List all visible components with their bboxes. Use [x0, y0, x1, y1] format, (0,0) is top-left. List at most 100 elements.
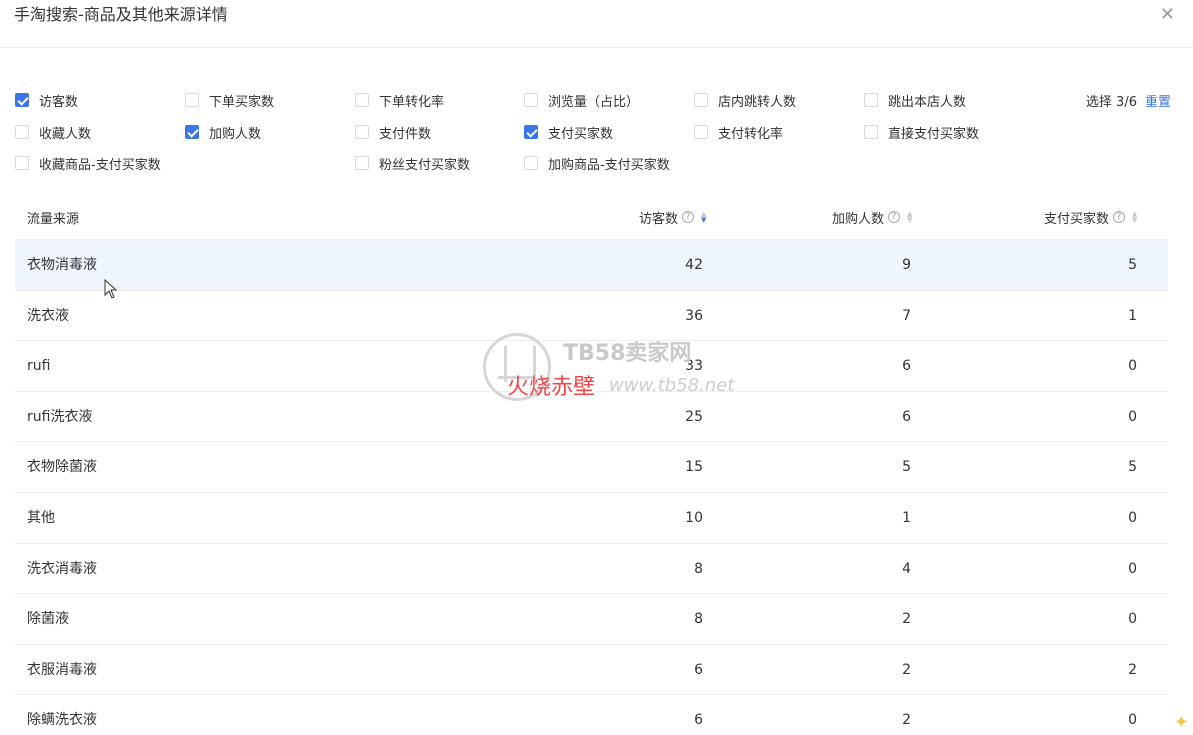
sparkle-icon: ✦	[1173, 712, 1189, 733]
table-row[interactable]: rufi洗衣液 25 6 0	[15, 392, 1168, 443]
table-row[interactable]: 洗衣液 36 7 1	[15, 291, 1168, 342]
filter-checkbox-visitors[interactable]: 访客数	[15, 90, 78, 110]
column-header-source: 流量来源	[27, 211, 80, 227]
checkbox-icon[interactable]	[524, 156, 538, 170]
help-icon[interactable]: ?	[888, 211, 901, 223]
checkbox-icon[interactable]	[694, 125, 708, 139]
paid-buyers-cell: 1	[1128, 307, 1137, 324]
source-cell: rufi洗衣液	[27, 408, 93, 425]
paid-buyers-cell: 0	[1128, 611, 1137, 628]
filter-checkbox-order-buyers[interactable]: 下单买家数	[185, 90, 274, 110]
column-header-paid-buyers[interactable]: 支付买家数 ? ▲ ▼	[1044, 208, 1137, 227]
checkbox-icon[interactable]	[15, 156, 29, 170]
visitors-cell: 8	[694, 560, 703, 577]
filter-label: 直接支付买家数	[888, 126, 980, 142]
checkbox-icon[interactable]	[694, 93, 708, 107]
filter-checkbox-paid-items[interactable]: 支付件数	[355, 122, 431, 142]
checkbox-icon[interactable]	[355, 156, 369, 170]
reset-link[interactable]: 重置	[1145, 95, 1171, 110]
checkbox-icon[interactable]	[185, 93, 199, 107]
table-row[interactable]: 衣物消毒液 42 9 5	[15, 240, 1168, 291]
add-to-cart-cell: 2	[902, 712, 911, 729]
paid-buyers-cell: 0	[1128, 560, 1137, 577]
visitors-cell: 36	[685, 307, 703, 324]
table-row[interactable]: 除螨洗衣液 6 2 0	[15, 695, 1168, 735]
table-row[interactable]: 除菌液 8 2 0	[15, 594, 1168, 645]
visitors-cell: 6	[694, 661, 703, 678]
selection-count: 选择 3/6	[1085, 95, 1137, 110]
checkbox-icon[interactable]	[355, 125, 369, 139]
checkbox-icon[interactable]	[185, 125, 199, 139]
filter-checkbox-cart-pay[interactable]: 加购商品-支付买家数	[524, 153, 670, 173]
filter-label: 访客数	[39, 94, 79, 110]
dialog-header: 手淘搜索-商品及其他来源详情 ✕	[0, 0, 1193, 48]
help-icon[interactable]: ?	[682, 211, 695, 223]
filter-checkbox-favorites[interactable]: 收藏人数	[15, 122, 91, 142]
filter-checkbox-fan-pay[interactable]: 粉丝支付买家数	[355, 153, 470, 173]
table-header: 流量来源 访客数 ? ▲ ▼ 加购人数 ? ▲ ▼ 支付买家数 ? ▲ ▼	[15, 192, 1168, 240]
filter-label: 支付转化率	[718, 126, 784, 142]
filter-label: 粉丝支付买家数	[379, 157, 471, 173]
add-to-cart-cell: 5	[902, 459, 911, 476]
filter-label: 店内跳转人数	[718, 94, 797, 110]
source-cell: 洗衣液	[27, 307, 69, 324]
filter-checkbox-fav-pay[interactable]: 收藏商品-支付买家数	[15, 153, 161, 173]
filter-checkbox-add-to-cart[interactable]: 加购人数	[185, 122, 261, 142]
filter-label: 浏览量（占比）	[548, 94, 640, 110]
filter-label: 下单转化率	[379, 94, 445, 110]
source-cell: 衣物除菌液	[27, 459, 97, 476]
dialog-title: 手淘搜索-商品及其他来源详情	[14, 5, 228, 24]
checkbox-icon[interactable]	[15, 125, 29, 139]
help-icon[interactable]: ?	[1113, 211, 1126, 223]
filter-label: 收藏人数	[39, 126, 92, 142]
visitors-cell: 42	[685, 257, 703, 273]
add-to-cart-cell: 7	[902, 307, 911, 324]
table-row[interactable]: 衣服消毒液 6 2 2	[15, 645, 1168, 696]
table-row[interactable]: 洗衣消毒液 8 4 0	[15, 544, 1168, 595]
sort-icon[interactable]: ▲ ▼	[1132, 211, 1137, 224]
paid-buyers-cell: 0	[1128, 408, 1137, 425]
filter-checkbox-internal-jumps[interactable]: 店内跳转人数	[694, 90, 796, 110]
paid-buyers-cell: 2	[1128, 661, 1137, 678]
source-cell: 衣服消毒液	[27, 661, 97, 678]
filter-checkbox-pageviews[interactable]: 浏览量（占比）	[524, 90, 639, 110]
source-cell: 衣物消毒液	[27, 257, 97, 273]
column-header-add-to-cart[interactable]: 加购人数 ? ▲ ▼	[832, 208, 912, 227]
checkbox-icon[interactable]	[864, 93, 878, 107]
close-icon[interactable]: ✕	[1160, 5, 1175, 25]
checkbox-icon[interactable]	[15, 93, 29, 107]
table-row[interactable]: 衣物除菌液 15 5 5	[15, 442, 1168, 493]
paid-buyers-cell: 0	[1128, 712, 1137, 729]
detail-dialog: 手淘搜索-商品及其他来源详情 ✕ 访客数 下单买家数 下单转化率 浏览量（占比）…	[0, 0, 1193, 735]
column-header-visitors[interactable]: 访客数 ? ▲ ▼	[639, 208, 706, 227]
source-cell: 除螨洗衣液	[27, 712, 97, 729]
filter-checkbox-direct-pay[interactable]: 直接支付买家数	[864, 122, 979, 142]
filter-checkbox-order-rate[interactable]: 下单转化率	[355, 90, 444, 110]
visitors-cell: 33	[685, 358, 703, 375]
visitors-cell: 25	[685, 408, 703, 425]
checkbox-icon[interactable]	[524, 93, 538, 107]
filter-checkbox-pay-rate[interactable]: 支付转化率	[694, 122, 783, 142]
source-cell: 其他	[27, 509, 55, 526]
add-to-cart-cell: 4	[902, 560, 911, 577]
metric-filter-group: 访客数 下单买家数 下单转化率 浏览量（占比） 店内跳转人数 跳出本店人数 收藏…	[15, 90, 1175, 180]
checkbox-icon[interactable]	[355, 93, 369, 107]
paid-buyers-cell: 0	[1128, 358, 1137, 375]
sort-icon[interactable]: ▲ ▼	[907, 211, 912, 224]
filter-label: 支付件数	[379, 126, 432, 142]
add-to-cart-cell: 2	[902, 611, 911, 628]
filter-label: 加购商品-支付买家数	[548, 157, 670, 173]
checkbox-icon[interactable]	[524, 125, 538, 139]
add-to-cart-cell: 6	[902, 358, 911, 375]
table-row[interactable]: 其他 10 1 0	[15, 493, 1168, 544]
filter-label: 加购人数	[209, 126, 262, 142]
selection-summary: 选择 3/6 重置	[1086, 91, 1171, 110]
filter-checkbox-bounce[interactable]: 跳出本店人数	[864, 90, 966, 110]
traffic-source-table: 流量来源 访客数 ? ▲ ▼ 加购人数 ? ▲ ▼ 支付买家数 ? ▲ ▼ 衣物消毒液…	[15, 192, 1168, 735]
visitors-cell: 10	[685, 509, 703, 526]
table-row[interactable]: rufi 33 6 0	[15, 341, 1168, 392]
sort-icon[interactable]: ▲ ▼	[701, 211, 706, 224]
add-to-cart-cell: 2	[902, 661, 911, 678]
checkbox-icon[interactable]	[864, 125, 878, 139]
filter-checkbox-paid-buyers[interactable]: 支付买家数	[524, 122, 613, 142]
